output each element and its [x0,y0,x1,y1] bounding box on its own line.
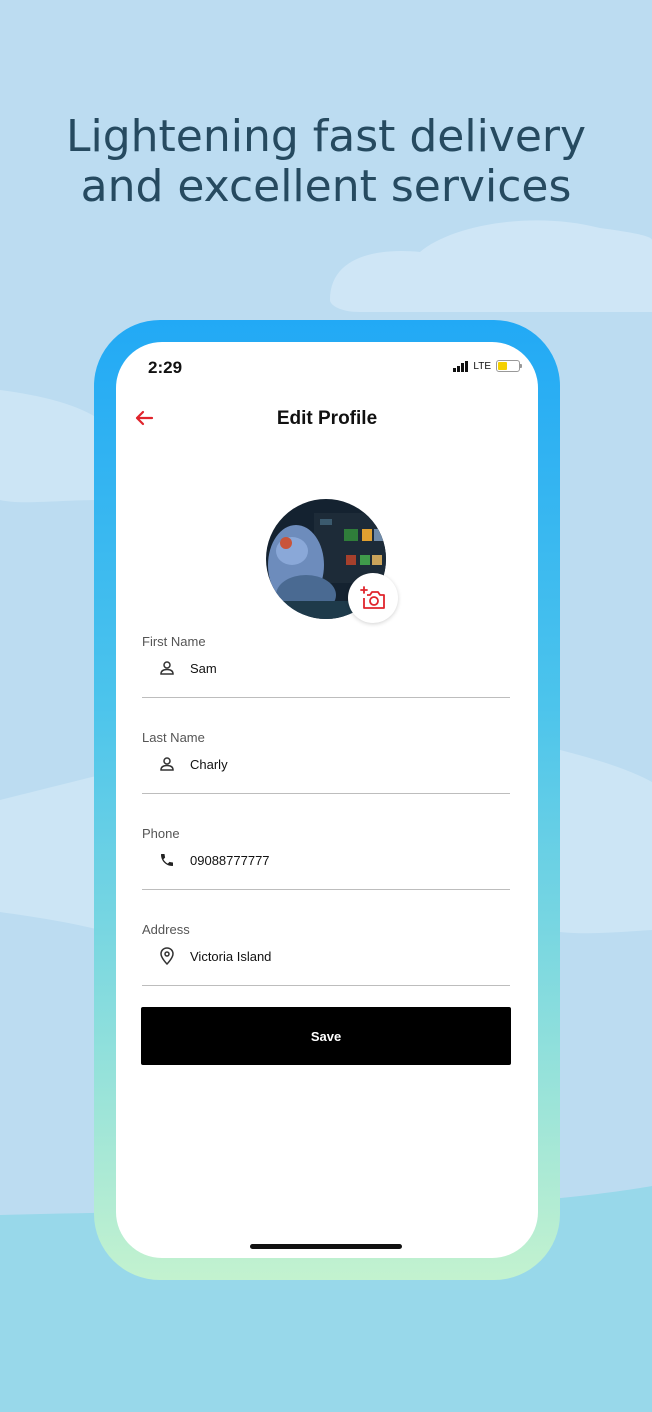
phone-input[interactable]: 09088777777 [158,848,270,872]
address-label: Address [142,922,190,937]
network-type: LTE [473,360,491,372]
status-time: 2:29 [148,358,183,377]
first-name-input[interactable]: Sam [158,656,217,680]
phone-label: Phone [142,826,180,841]
user-icon [158,755,176,773]
divider [142,697,510,698]
phone-value: 09088777777 [190,852,270,868]
home-indicator [250,1244,402,1249]
save-button[interactable]: Save [141,1007,511,1065]
change-photo-button[interactable] [348,573,398,623]
last-name-value: Charly [190,756,228,772]
first-name-label: First Name [142,634,206,649]
address-input[interactable]: Victoria Island [158,944,271,968]
headline-line-2: and excellent services [80,161,572,212]
phone-icon [158,851,176,869]
divider [142,793,510,794]
address-value: Victoria Island [190,948,272,964]
signal-icon [453,360,469,372]
divider [142,985,510,986]
add-photo-icon [360,586,385,609]
location-pin-icon [158,947,176,965]
page-title: Edit Profile [276,408,378,429]
status-icons: LTE [453,360,522,372]
avatar-container [266,499,398,623]
last-name-input[interactable]: Charly [158,752,228,776]
headline-line-1: Lightening fast delivery [65,111,587,162]
headline: Lightening fast delivery and excellent s… [0,112,652,212]
divider [142,889,510,890]
user-icon [158,659,176,677]
first-name-value: Sam [190,660,217,676]
battery-level [498,362,507,370]
last-name-label: Last Name [142,730,205,745]
phone-screen: 2:29 LTE Edit Profile First Name Sam Las… [116,342,538,1258]
battery-icon [496,360,522,372]
